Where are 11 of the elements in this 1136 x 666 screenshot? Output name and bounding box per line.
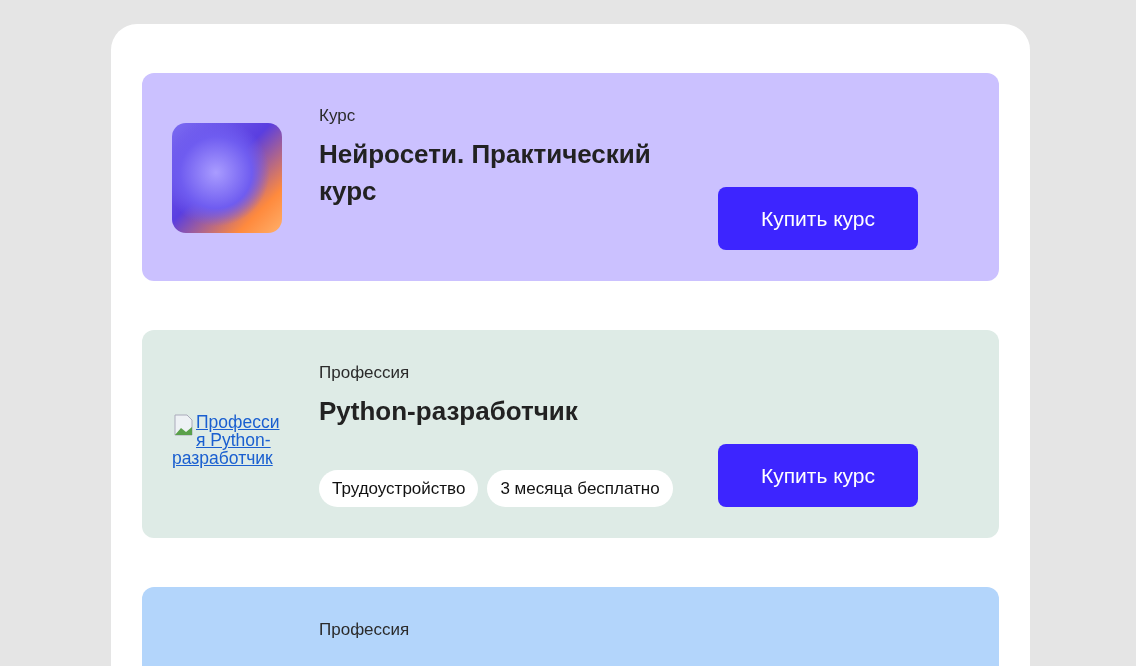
buy-button[interactable]: Купить курс	[718, 187, 918, 250]
broken-image-icon	[172, 413, 196, 437]
tag: Трудоустройство	[319, 470, 479, 507]
tag: 3 месяца бесплатно	[487, 470, 673, 507]
card-category: Профессия	[319, 620, 411, 640]
card-title: Python-разработчик	[319, 395, 579, 428]
image-alt-link[interactable]: Профессия Python-разработчик	[172, 413, 282, 467]
buy-button[interactable]: Купить курс	[718, 444, 918, 507]
card-category: Профессия	[319, 363, 411, 383]
card-title: Нейросети. Практический курс	[319, 138, 652, 208]
card-category: Курс	[319, 106, 357, 126]
